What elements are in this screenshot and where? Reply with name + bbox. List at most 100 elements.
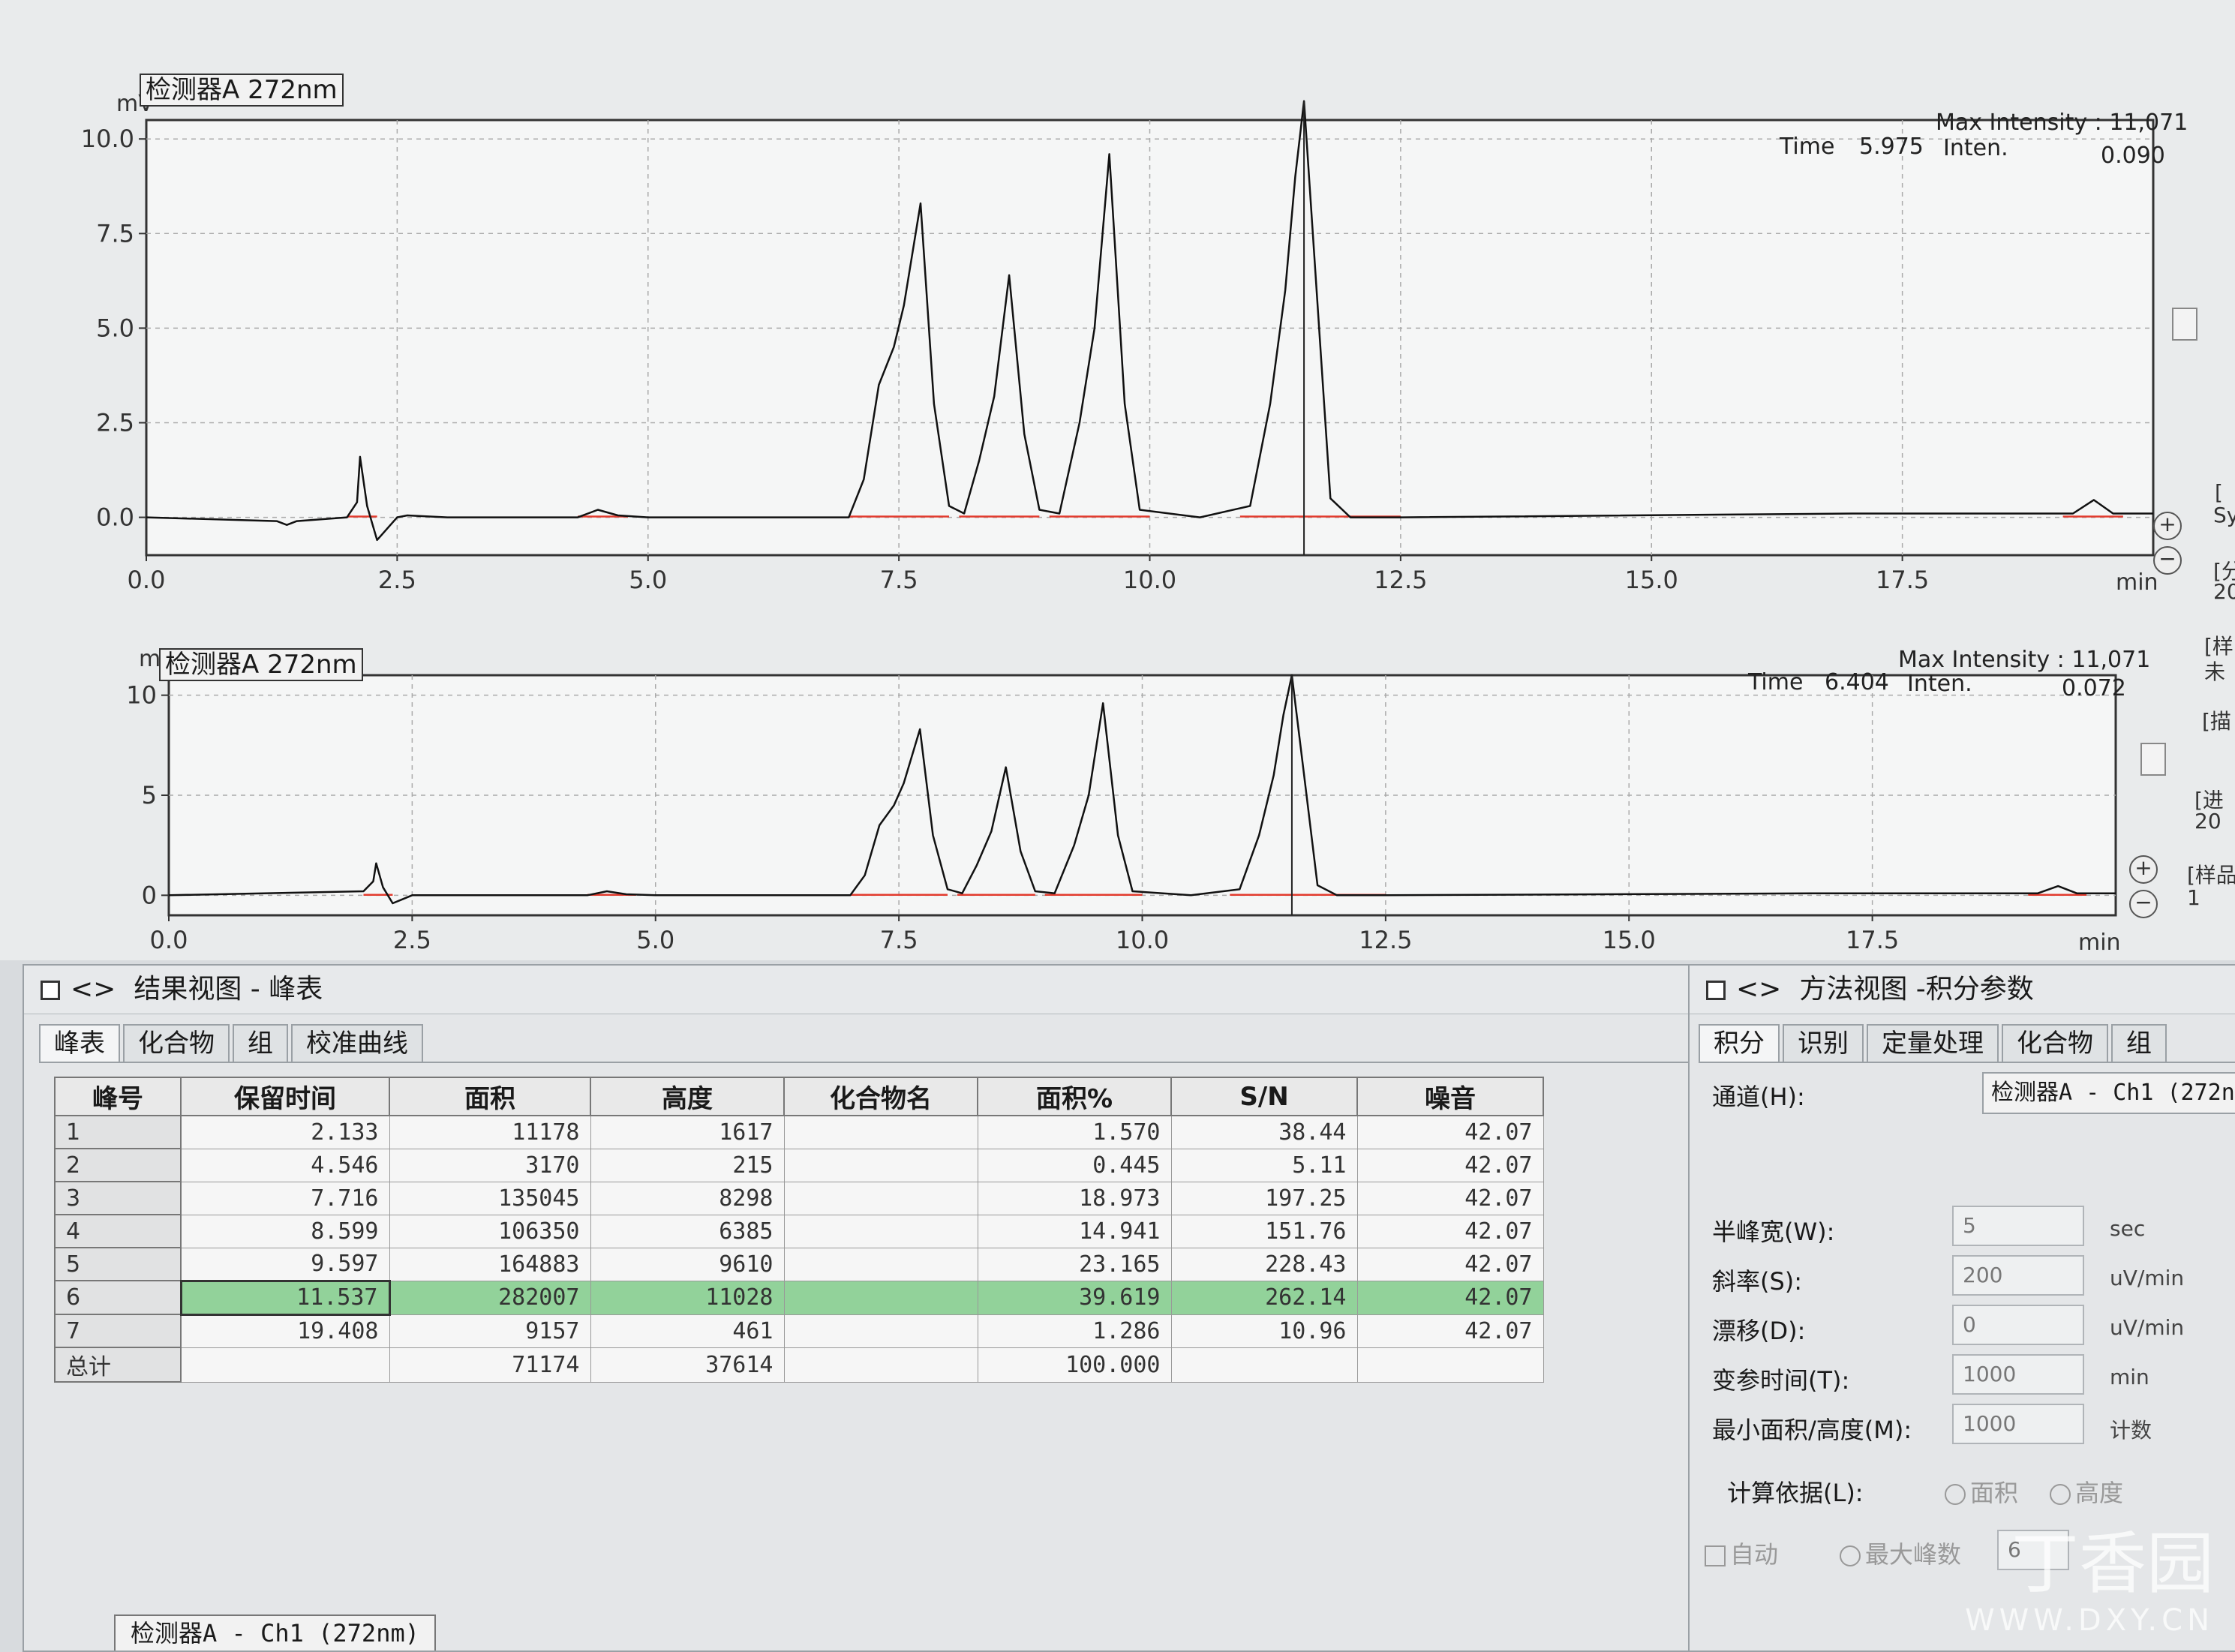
table-cell[interactable]: 42.07 [1356, 1280, 1544, 1315]
t-dbl-input[interactable]: 1000 [1952, 1354, 2084, 1395]
column-header[interactable]: 面积% [977, 1077, 1172, 1116]
table-cell[interactable]: 215 [590, 1148, 785, 1182]
table-cell[interactable]: 5 [54, 1247, 182, 1281]
column-header[interactable]: 噪音 [1356, 1077, 1544, 1116]
table-cell[interactable]: 11.537 [179, 1279, 391, 1316]
tab-calibration-curve[interactable]: 校准曲线 [291, 1024, 423, 1062]
slope-input[interactable]: 200 [1952, 1255, 2084, 1296]
table-cell[interactable]: 7.716 [180, 1181, 390, 1215]
table-cell[interactable]: 1.286 [977, 1314, 1172, 1348]
table-cell[interactable]: 9157 [389, 1314, 591, 1348]
min-area-input[interactable]: 1000 [1952, 1404, 2084, 1444]
table-cell[interactable] [783, 1280, 978, 1315]
auto-checkbox[interactable]: 自动 [1705, 1536, 1778, 1570]
basis-height-radio[interactable]: 高度 [2050, 1474, 2123, 1509]
table-cell[interactable]: 18.973 [977, 1181, 1172, 1215]
table-cell[interactable]: 6385 [590, 1214, 785, 1248]
table-cell[interactable]: 37614 [590, 1347, 785, 1383]
table-row[interactable]: 6 11.537 282007 11028 39.619 262.14 42.07 [54, 1279, 1544, 1316]
zoom-in-icon[interactable]: + [2129, 855, 2158, 884]
table-cell[interactable]: 14.941 [977, 1214, 1172, 1248]
table-cell[interactable]: 197.25 [1170, 1181, 1358, 1215]
table-cell[interactable]: 164883 [389, 1247, 591, 1281]
table-cell[interactable]: 总计 [54, 1347, 182, 1383]
table-row[interactable]: 7 19.408 9157 461 1.286 10.96 42.07 [54, 1314, 1544, 1348]
column-header[interactable]: 高度 [590, 1077, 785, 1116]
table-cell[interactable]: 7 [54, 1314, 182, 1348]
table-cell[interactable]: 2 [54, 1148, 182, 1182]
table-cell[interactable]: 3170 [389, 1148, 591, 1182]
tab-channel[interactable]: 检测器A - Ch1 (272nm) [114, 1614, 436, 1650]
table-cell[interactable]: 3 [54, 1181, 182, 1215]
tab-peak-table[interactable]: 峰表 [39, 1024, 120, 1062]
table-cell[interactable]: 39.619 [977, 1280, 1172, 1315]
tab-quantitation[interactable]: 定量处理 [1867, 1024, 1999, 1062]
table-row[interactable]: 2 4.546 3170 215 0.445 5.11 42.07 [54, 1148, 1544, 1182]
drift-input[interactable]: 0 [1952, 1305, 2084, 1345]
table-cell[interactable]: 1 [54, 1115, 182, 1149]
tab-group[interactable]: 组 [2111, 1024, 2167, 1062]
table-cell[interactable]: 135045 [389, 1181, 591, 1215]
table-cell[interactable] [783, 1181, 978, 1215]
table-cell[interactable]: 11028 [590, 1280, 785, 1315]
table-cell[interactable]: 42.07 [1356, 1314, 1544, 1348]
table-cell[interactable]: 71174 [389, 1347, 591, 1383]
table-cell[interactable]: 23.165 [977, 1247, 1172, 1281]
table-cell[interactable] [783, 1347, 978, 1383]
table-row[interactable]: 1 2.133 11178 1617 1.570 38.44 42.07 [54, 1115, 1544, 1149]
table-cell[interactable]: 1617 [590, 1115, 785, 1149]
pin-icon[interactable] [41, 981, 60, 1000]
table-cell[interactable]: 1.570 [977, 1115, 1172, 1149]
table-cell[interactable] [1170, 1347, 1358, 1383]
table-cell[interactable]: 9610 [590, 1247, 785, 1281]
tab-compound[interactable]: 化合物 [2002, 1024, 2108, 1062]
column-header[interactable]: 面积 [389, 1077, 591, 1116]
table-cell[interactable]: 8298 [590, 1181, 785, 1215]
table-cell[interactable]: 0.445 [977, 1148, 1172, 1182]
nav-arrows-icon[interactable]: <> [71, 974, 116, 1005]
channel-select[interactable]: 检测器A - Ch1 (272nm) [1982, 1072, 2235, 1114]
zoom-out-icon[interactable]: − [2153, 546, 2182, 575]
table-cell[interactable]: 151.76 [1170, 1214, 1358, 1248]
pin-icon[interactable] [1706, 981, 1726, 1000]
chart2-scroll-knob[interactable] [2140, 743, 2166, 776]
table-cell[interactable]: 228.43 [1170, 1247, 1358, 1281]
column-header[interactable]: S/N [1170, 1077, 1358, 1116]
table-cell[interactable] [783, 1115, 978, 1149]
column-header[interactable]: 峰号 [54, 1077, 182, 1116]
table-cell[interactable]: 42.07 [1356, 1148, 1544, 1182]
table-cell[interactable]: 9.597 [180, 1247, 390, 1281]
half-width-input[interactable]: 5 [1952, 1206, 2084, 1246]
table-cell[interactable]: 42.07 [1356, 1214, 1544, 1248]
table-cell[interactable]: 100.000 [977, 1347, 1172, 1383]
table-cell[interactable] [783, 1148, 978, 1182]
table-cell[interactable]: 461 [590, 1314, 785, 1348]
tab-integration[interactable]: 积分 [1699, 1024, 1780, 1062]
table-cell[interactable]: 6 [54, 1280, 182, 1315]
max-peaks-radio[interactable]: 最大峰数 [1840, 1536, 1961, 1570]
table-cell[interactable]: 42.07 [1356, 1181, 1544, 1215]
table-cell[interactable]: 38.44 [1170, 1115, 1358, 1149]
column-header[interactable]: 保留时间 [180, 1077, 390, 1116]
column-header[interactable]: 化合物名 [783, 1077, 978, 1116]
table-cell[interactable]: 19.408 [180, 1314, 390, 1348]
table-cell[interactable] [180, 1347, 390, 1383]
table-row[interactable]: 4 8.599 106350 6385 14.941 151.76 42.07 [54, 1214, 1544, 1248]
table-row[interactable]: 3 7.716 135045 8298 18.973 197.25 42.07 [54, 1181, 1544, 1215]
table-cell[interactable]: 42.07 [1356, 1247, 1544, 1281]
table-cell[interactable] [783, 1247, 978, 1281]
basis-area-radio[interactable]: 面积 [1945, 1474, 2018, 1509]
table-cell[interactable] [783, 1314, 978, 1348]
table-cell[interactable]: 10.96 [1170, 1314, 1358, 1348]
table-cell[interactable]: 282007 [389, 1280, 591, 1315]
tab-compound[interactable]: 化合物 [123, 1024, 230, 1062]
tab-group[interactable]: 组 [233, 1024, 288, 1062]
table-cell[interactable]: 106350 [389, 1214, 591, 1248]
table-row[interactable]: 5 9.597 164883 9610 23.165 228.43 42.07 [54, 1247, 1544, 1281]
chart1-scroll-knob[interactable] [2172, 308, 2197, 341]
table-cell[interactable]: 8.599 [180, 1214, 390, 1248]
table-cell[interactable]: 4.546 [180, 1148, 390, 1182]
nav-arrows-icon[interactable]: <> [1736, 974, 1781, 1005]
zoom-in-icon[interactable]: + [2153, 512, 2182, 540]
table-cell[interactable]: 42.07 [1356, 1115, 1544, 1149]
